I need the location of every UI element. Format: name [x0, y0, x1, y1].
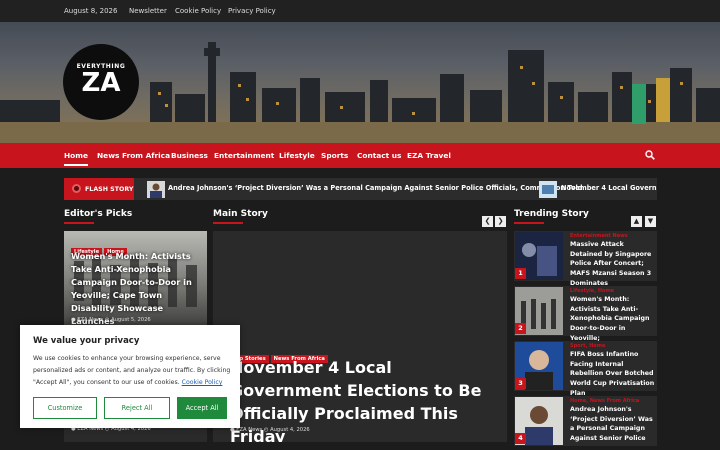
accept-all-button[interactable]: Accept All: [177, 397, 227, 419]
nav-item-lifestyle[interactable]: Lifestyle: [279, 151, 315, 160]
card-date: August 5, 2026: [111, 317, 151, 323]
nav-item-sports[interactable]: Sports: [321, 151, 348, 160]
nav-item-entertainment[interactable]: Entertainment: [214, 151, 274, 160]
clock-icon: ◴: [263, 427, 269, 433]
cookie-title: We value your privacy: [33, 336, 140, 346]
cookie-consent-dialog: We value your privacy We use cookies to …: [20, 325, 240, 428]
site-logo[interactable]: EVERYTHING ZA: [63, 44, 139, 120]
chevron-up-icon: ▲: [633, 217, 640, 225]
trending-next-button[interactable]: ▼: [645, 216, 656, 227]
main-story-card[interactable]: Top Stories News From Africa November 4 L…: [213, 231, 507, 442]
newsletter-link[interactable]: Newsletter: [129, 7, 167, 15]
person-icon: ●: [71, 317, 76, 323]
nav-item-news-from-africa[interactable]: News From Africa: [97, 151, 170, 160]
ticker-thumbnail[interactable]: [147, 181, 165, 198]
main-story-next-button[interactable]: ❯: [495, 216, 506, 227]
main-story-meta: ● EZA News ◴ August 4, 2026: [230, 427, 310, 433]
trending-item[interactable]: 4 Home, News From Africa Andrea Johnson'…: [514, 396, 657, 446]
cookie-policy-link[interactable]: Cookie Policy: [175, 7, 221, 15]
main-story-author[interactable]: EZA News: [236, 427, 262, 433]
flash-story-badge: FLASH STORY: [64, 178, 134, 200]
trending-headline[interactable]: FIFA Boss Infantino Facing Internal Rebe…: [570, 350, 655, 399]
current-date: August 8, 2026: [64, 7, 118, 15]
ticker-thumbnail[interactable]: [539, 181, 557, 198]
editors-pick-card[interactable]: Lifestyle Home Women's Month: Activists T…: [64, 231, 207, 328]
card-author[interactable]: EZA News: [77, 317, 103, 323]
trending-headline[interactable]: Andrea Johnson's ‘Project Diversion’ Was…: [570, 405, 655, 444]
ticker-item[interactable]: Andrea Johnson's ‘Project Diversion’ Was…: [168, 184, 582, 192]
cookie-policy-link[interactable]: Cookie Policy: [182, 379, 223, 386]
trending-category[interactable]: Home, News From Africa: [570, 398, 639, 404]
chevron-left-icon: ❮: [484, 217, 491, 225]
customize-button[interactable]: Customize: [33, 397, 97, 419]
trending-headline[interactable]: Massive Attack Detained by Singapore Pol…: [570, 240, 655, 289]
search-icon[interactable]: [645, 150, 655, 160]
header-banner: EVERYTHING ZA: [0, 22, 720, 143]
privacy-policy-link[interactable]: Privacy Policy: [228, 7, 276, 15]
trending-category[interactable]: Sport, Home: [570, 343, 605, 349]
editors-picks-title: Editor's Picks: [64, 209, 133, 224]
trending-category[interactable]: Lifestyle, Home: [570, 288, 614, 294]
trending-rank: 4: [515, 433, 526, 444]
main-story-prev-button[interactable]: ❮: [482, 216, 493, 227]
main-story-date: August 4, 2026: [270, 427, 310, 433]
flash-story-ticker: FLASH STORY Andrea Johnson's ‘Project Di…: [64, 178, 657, 200]
main-story-title: Main Story: [213, 209, 268, 224]
trending-rank: 1: [515, 268, 526, 279]
trending-item[interactable]: 1 Entertainment News Massive Attack Deta…: [514, 231, 657, 287]
main-nav: Home News From Africa Business Entertain…: [0, 143, 720, 168]
nav-item-contact-us[interactable]: Contact us: [357, 151, 401, 160]
top-bar: August 8, 2026 Newsletter Cookie Policy …: [0, 0, 720, 22]
cookie-body: We use cookies to enhance your browsing …: [33, 355, 231, 386]
nav-item-business[interactable]: Business: [171, 151, 208, 160]
nav-item-home[interactable]: Home: [64, 151, 88, 166]
trending-rank: 3: [515, 378, 526, 389]
trending-item[interactable]: 2 Lifestyle, Home Women's Month: Activis…: [514, 286, 657, 342]
reject-all-button[interactable]: Reject All: [104, 397, 170, 419]
chevron-right-icon: ❯: [497, 217, 504, 225]
ticker-item[interactable]: November 4 Local Government: [561, 184, 657, 192]
chevron-down-icon: ▼: [647, 217, 654, 225]
live-dot-icon: [72, 184, 81, 193]
trending-story-title: Trending Story: [514, 209, 589, 224]
card-meta: ● EZA News ◴ August 5, 2026: [71, 317, 151, 323]
clock-icon: ◴: [104, 317, 110, 323]
trending-rank: 2: [515, 323, 526, 334]
trending-prev-button[interactable]: ▲: [631, 216, 642, 227]
nav-item-eza-travel[interactable]: EZA Travel: [407, 151, 451, 160]
trending-headline[interactable]: Women's Month: Activists Take Anti-Xenop…: [570, 295, 655, 344]
trending-item[interactable]: 3 Sport, Home FIFA Boss Infantino Facing…: [514, 341, 657, 397]
trending-category[interactable]: Entertainment News: [570, 233, 628, 239]
